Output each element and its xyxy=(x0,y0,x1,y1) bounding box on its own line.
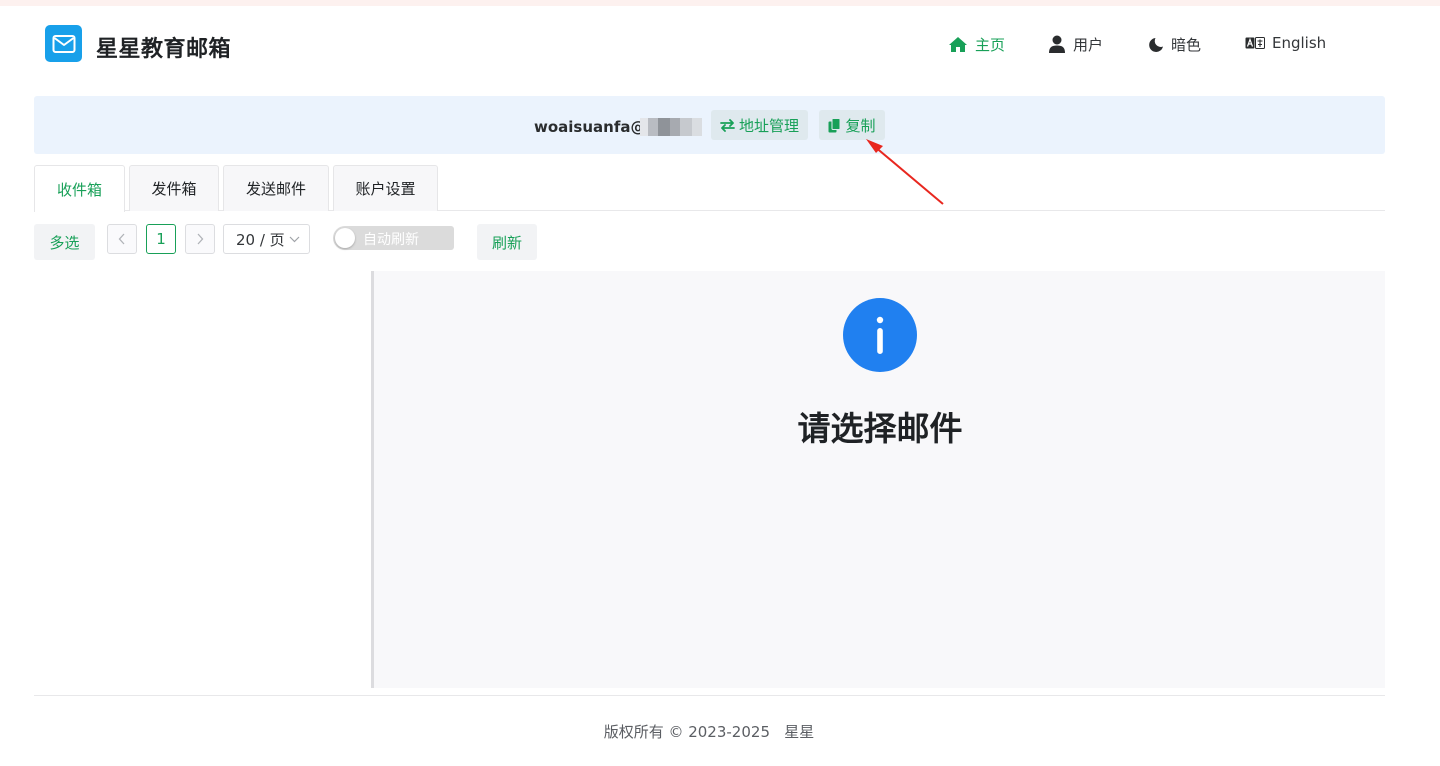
app-logo[interactable] xyxy=(45,25,82,62)
moon-icon xyxy=(1149,37,1163,52)
copy-button[interactable]: 复制 xyxy=(819,110,885,140)
nav-dark-mode[interactable]: 暗色 xyxy=(1148,34,1201,55)
page-size-select[interactable]: 20 / 页 xyxy=(223,224,310,254)
multi-select-button[interactable]: 多选 xyxy=(34,224,95,260)
copy-icon xyxy=(828,117,841,132)
mail-icon xyxy=(52,34,75,53)
tab-inbox[interactable]: 收件箱 xyxy=(34,165,125,212)
tab-compose[interactable]: 发送邮件 xyxy=(223,165,329,211)
auto-refresh-label: 自动刷新 xyxy=(363,232,419,248)
page-number-button[interactable]: 1 xyxy=(146,224,176,254)
nav-user-label: 用户 xyxy=(1073,36,1104,54)
empty-state-text: 请选择邮件 xyxy=(797,409,963,448)
tab-account-settings[interactable]: 账户设置 xyxy=(333,165,438,211)
auto-refresh-toggle[interactable]: 自动刷新 xyxy=(333,226,454,250)
address-bar xyxy=(34,96,1385,154)
chevron-down-icon xyxy=(289,236,300,242)
info-icon xyxy=(843,298,917,372)
email-address: woaisuanfa@ xyxy=(534,118,646,136)
chevron-left-icon xyxy=(118,233,125,245)
footer-copyright: 版权所有 © 2023-2025 星星 xyxy=(603,723,815,741)
redacted-domain xyxy=(640,118,702,136)
language-icon xyxy=(1245,37,1265,49)
toggle-knob xyxy=(335,228,355,248)
address-manage-label: 地址管理 xyxy=(738,116,799,135)
swap-icon xyxy=(720,118,735,132)
nav-language-label: English xyxy=(1272,34,1327,52)
next-page-button[interactable] xyxy=(185,224,215,254)
home-icon xyxy=(949,37,967,52)
address-manage-button[interactable]: 地址管理 xyxy=(711,110,808,140)
nav-home-label: 主页 xyxy=(975,36,1006,54)
copy-label: 复制 xyxy=(845,116,876,135)
nav-dark-mode-label: 暗色 xyxy=(1171,36,1202,54)
top-accent-line xyxy=(0,0,1440,6)
tab-sent[interactable]: 发件箱 xyxy=(129,165,219,211)
refresh-button[interactable]: 刷新 xyxy=(477,224,537,260)
user-icon xyxy=(1049,35,1065,53)
prev-page-button[interactable] xyxy=(107,224,137,254)
mail-list-pane xyxy=(34,271,370,688)
nav-user[interactable]: 用户 xyxy=(1048,34,1103,55)
nav-language[interactable]: English xyxy=(1245,34,1326,52)
footer-divider xyxy=(34,695,1385,696)
app-title: 星星教育邮箱 xyxy=(96,37,232,62)
page-size-value: 20 / 页 xyxy=(236,230,285,249)
nav-home[interactable]: 主页 xyxy=(948,34,1005,55)
chevron-right-icon xyxy=(197,233,204,245)
